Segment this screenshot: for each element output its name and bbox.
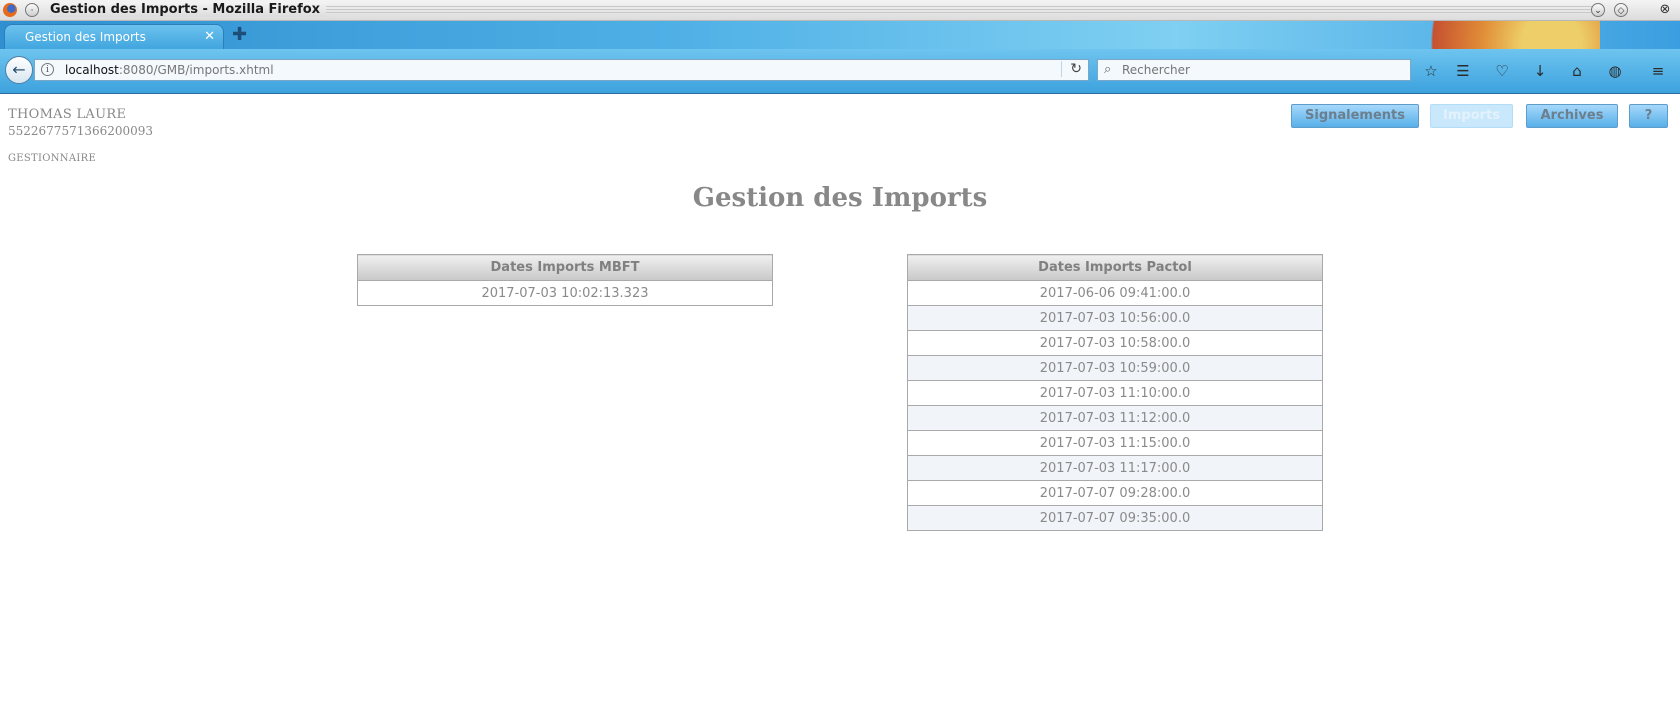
table-row: 2017-07-03 11:17:00.0	[907, 455, 1323, 481]
user-id: 5522677571366200093	[8, 124, 154, 138]
url-host: localhost	[65, 63, 119, 77]
mbft-table-header[interactable]: Dates Imports MBFT	[357, 254, 773, 281]
table-row: 2017-07-03 10:58:00.0	[907, 330, 1323, 356]
table-row: 2017-07-03 11:15:00.0	[907, 430, 1323, 456]
table-cell: 2017-07-03 10:58:00.0	[907, 330, 1323, 356]
table-cell: 2017-07-03 10:02:13.323	[357, 280, 773, 306]
table-cell: 2017-07-07 09:35:00.0	[907, 505, 1323, 531]
close-window-icon[interactable]: ⊗	[1658, 3, 1672, 17]
table-row: 2017-07-03 10:59:00.0	[907, 355, 1323, 381]
title-bar-stripes	[280, 6, 1600, 14]
user-name: THOMAS LAURE	[8, 107, 127, 122]
table-row: 2017-07-03 11:10:00.0	[907, 380, 1323, 406]
window-title: Gestion des Imports - Mozilla Firefox	[50, 2, 327, 17]
browser-tab[interactable]: Gestion des Imports ✕	[4, 24, 224, 50]
table-row: 2017-07-03 10:56:00.0	[907, 305, 1323, 331]
table-cell: 2017-06-06 09:41:00.0	[907, 280, 1323, 306]
page-title: Gestion des Imports	[692, 183, 988, 213]
table-row: 2017-07-03 11:12:00.0	[907, 405, 1323, 431]
minimize-icon[interactable]: ⌄	[1591, 3, 1605, 17]
table-cell: 2017-07-03 11:15:00.0	[907, 430, 1323, 456]
url-bar[interactable]: i localhost:8080/GMB/imports.xhtml ↻	[34, 59, 1089, 81]
window-menu-icon[interactable]: ·	[25, 3, 39, 17]
search-input[interactable]	[1122, 60, 1402, 80]
pactol-imports-table: Dates Imports Pactol 2017-06-06 09:41:00…	[907, 254, 1323, 531]
maximize-icon[interactable]: ◇	[1614, 3, 1628, 17]
home-icon[interactable]: ⌂	[1567, 62, 1587, 80]
firefox-logo-icon	[3, 3, 17, 17]
user-role: GESTIONNAIRE	[8, 153, 97, 164]
pocket-icon[interactable]: ♡	[1492, 62, 1512, 80]
table-cell: 2017-07-03 10:59:00.0	[907, 355, 1323, 381]
url-text[interactable]: localhost:8080/GMB/imports.xhtml	[65, 63, 274, 77]
imports-button[interactable]: Imports	[1430, 104, 1513, 128]
table-row: 2017-07-07 09:35:00.0	[907, 505, 1323, 531]
site-info-icon[interactable]: i	[41, 63, 54, 76]
signalements-button[interactable]: Signalements	[1291, 104, 1419, 128]
tab-close-icon[interactable]: ✕	[204, 29, 215, 44]
globe-icon[interactable]: ◍	[1605, 62, 1625, 80]
reload-icon[interactable]: ↻	[1061, 61, 1082, 77]
reading-list-icon[interactable]: ☰	[1453, 62, 1473, 80]
downloads-icon[interactable]: ↓	[1530, 62, 1550, 80]
mbft-imports-table: Dates Imports MBFT 2017-07-03 10:02:13.3…	[357, 254, 773, 306]
table-cell: 2017-07-07 09:28:00.0	[907, 480, 1323, 506]
table-cell: 2017-07-03 10:56:00.0	[907, 305, 1323, 331]
navigation-bar: ← i localhost:8080/GMB/imports.xhtml ↻ ⌕…	[0, 49, 1680, 94]
search-bar[interactable]: ⌕	[1097, 59, 1411, 81]
table-cell: 2017-07-03 11:12:00.0	[907, 405, 1323, 431]
url-path: :8080/GMB/imports.xhtml	[118, 63, 274, 77]
archives-button[interactable]: Archives	[1526, 104, 1618, 128]
hamburger-menu-icon[interactable]: ≡	[1648, 62, 1668, 80]
pactol-table-header[interactable]: Dates Imports Pactol	[907, 254, 1323, 281]
help-button[interactable]: ?	[1629, 104, 1668, 128]
window-title-bar: · Gestion des Imports - Mozilla Firefox …	[0, 0, 1680, 21]
new-tab-icon[interactable]: ✚	[232, 26, 247, 44]
back-arrow-icon: ←	[12, 60, 26, 79]
search-icon: ⌕	[1104, 62, 1112, 77]
table-row: 2017-06-06 09:41:00.0	[907, 280, 1323, 306]
bookmark-star-icon[interactable]: ☆	[1421, 62, 1441, 80]
back-button[interactable]: ←	[5, 56, 33, 84]
table-row: 2017-07-07 09:28:00.0	[907, 480, 1323, 506]
tab-label: Gestion des Imports	[25, 30, 146, 44]
table-cell: 2017-07-03 11:10:00.0	[907, 380, 1323, 406]
table-cell: 2017-07-03 11:17:00.0	[907, 455, 1323, 481]
